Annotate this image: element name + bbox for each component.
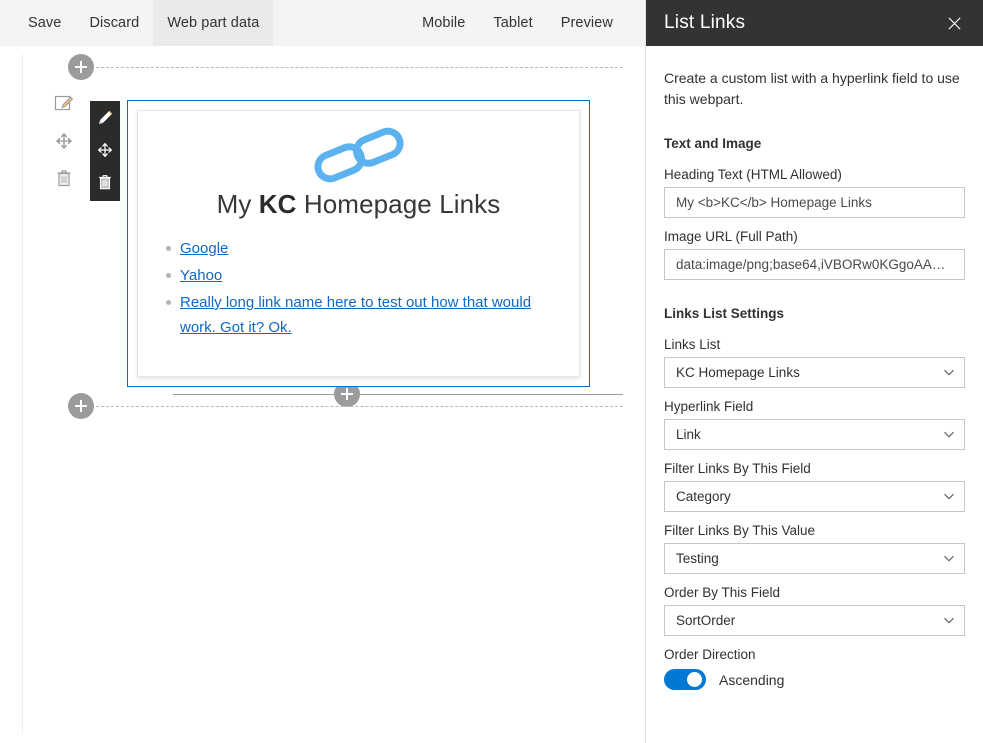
panel-description: Create a custom list with a hyperlink fi… (664, 70, 960, 107)
list-item: Yahoo (166, 263, 559, 288)
order-by-value: SortOrder (676, 613, 736, 628)
section-heading-links-list-settings: Links List Settings (664, 306, 785, 321)
links-list-dropdown[interactable]: KC Homepage Links (664, 357, 965, 388)
add-section-rail-top (71, 67, 623, 68)
panel-body: Create a custom list with a hyperlink fi… (646, 46, 983, 690)
mobile-preview-button[interactable]: Mobile (412, 0, 479, 46)
chevron-down-icon (944, 555, 954, 561)
field-label-hyperlink: Hyperlink Field (664, 399, 754, 414)
property-panel: List Links Create a custom list with a h… (645, 0, 983, 743)
hyperlink-field-value: Link (676, 427, 701, 442)
add-section-button-bottom[interactable] (68, 393, 94, 419)
add-webpart-rail (173, 394, 623, 395)
heading-text-input[interactable]: My <b>KC</b> Homepage Links (664, 187, 965, 218)
canvas-page-surface: My KC Homepage Links Google Yahoo Really… (22, 54, 623, 734)
command-bar-left-group: Save Discard Web part data (18, 0, 274, 46)
field-order-by: Order By This Field SortOrder (664, 585, 965, 636)
link-yahoo[interactable]: Yahoo (180, 267, 222, 284)
webpart-heading-suffix: Homepage Links (296, 189, 501, 219)
field-image-url: Image URL (Full Path) data:image/png;bas… (664, 229, 965, 280)
page-root: Save Discard Web part data Mobile Tablet… (0, 0, 983, 743)
chevron-down-icon (944, 617, 954, 623)
field-label-filter-by-field: Filter Links By This Field (664, 461, 811, 476)
webpart-heading: My KC Homepage Links (158, 189, 559, 220)
hyperlink-field-dropdown[interactable]: Link (664, 419, 965, 450)
chevron-down-icon (944, 369, 954, 375)
move-section-icon[interactable] (54, 131, 74, 151)
list-links-webpart[interactable]: My KC Homepage Links Google Yahoo Really… (127, 100, 590, 387)
field-heading-text: Heading Text (HTML Allowed) My <b>KC</b>… (664, 167, 965, 218)
discard-button[interactable]: Discard (75, 0, 153, 46)
link-long-test[interactable]: Really long link name here to test out h… (180, 294, 531, 336)
filter-value-value: Testing (676, 551, 719, 566)
list-item: Really long link name here to test out h… (166, 290, 559, 340)
preview-button[interactable]: Preview (547, 0, 627, 46)
links-list-value: KC Homepage Links (676, 365, 800, 380)
link-google[interactable]: Google (180, 240, 228, 257)
edit-section-icon[interactable] (54, 94, 74, 114)
webpart-heading-prefix: My (216, 189, 259, 219)
field-order-direction: Order Direction Ascending (664, 647, 964, 690)
command-bar: Save Discard Web part data Mobile Tablet… (0, 0, 645, 46)
field-label-order-direction: Order Direction (664, 647, 756, 662)
panel-title: List Links (664, 12, 746, 33)
delete-webpart-icon[interactable] (96, 173, 114, 191)
add-section-button-top[interactable] (68, 54, 94, 80)
close-icon[interactable] (939, 8, 969, 38)
chain-link-icon (313, 127, 404, 183)
field-label-heading-text: Heading Text (HTML Allowed) (664, 167, 842, 182)
order-by-dropdown[interactable]: SortOrder (664, 605, 965, 636)
field-filter-by-value: Filter Links By This Value Testing (664, 523, 965, 574)
section-toolbar (54, 94, 74, 188)
filter-field-dropdown[interactable]: Category (664, 481, 965, 512)
filter-field-value: Category (676, 489, 731, 504)
field-label-order-by: Order By This Field (664, 585, 781, 600)
chevron-down-icon (944, 431, 954, 437)
save-button[interactable]: Save (18, 0, 75, 46)
field-label-filter-by-value: Filter Links By This Value (664, 523, 816, 538)
field-links-list: Links List KC Homepage Links (664, 337, 965, 388)
move-webpart-icon[interactable] (96, 141, 114, 159)
webpart-logo (158, 127, 559, 183)
webpart-content: My KC Homepage Links Google Yahoo Really… (137, 110, 580, 377)
webpart-toolbar (90, 101, 120, 201)
delete-section-icon[interactable] (54, 168, 74, 188)
field-hyperlink: Hyperlink Field Link (664, 399, 965, 450)
tablet-preview-button[interactable]: Tablet (479, 0, 546, 46)
command-bar-right-group: Mobile Tablet Preview (412, 0, 627, 46)
web-part-data-button[interactable]: Web part data (153, 0, 274, 46)
toggle-knob (687, 672, 702, 687)
page-canvas: My KC Homepage Links Google Yahoo Really… (0, 46, 645, 743)
webpart-heading-bold: KC (258, 189, 297, 219)
field-label-image-url: Image URL (Full Path) (664, 229, 798, 244)
chevron-down-icon (944, 493, 954, 499)
field-filter-by-field: Filter Links By This Field Category (664, 461, 965, 512)
order-direction-row: Ascending (664, 669, 964, 690)
field-label-links-list: Links List (664, 337, 721, 352)
section-heading-text-and-image: Text and Image (664, 136, 762, 151)
add-section-rail-bottom (71, 406, 623, 407)
order-direction-toggle[interactable] (664, 669, 706, 690)
filter-value-dropdown[interactable]: Testing (664, 543, 965, 574)
edit-webpart-icon[interactable] (96, 109, 114, 127)
image-url-input[interactable]: data:image/png;base64,iVBORw0KGgoAA… (664, 249, 965, 280)
webpart-link-list: Google Yahoo Really long link name here … (158, 236, 559, 340)
order-direction-state-label: Ascending (719, 671, 785, 688)
list-item: Google (166, 236, 559, 261)
panel-header: List Links (646, 0, 983, 46)
